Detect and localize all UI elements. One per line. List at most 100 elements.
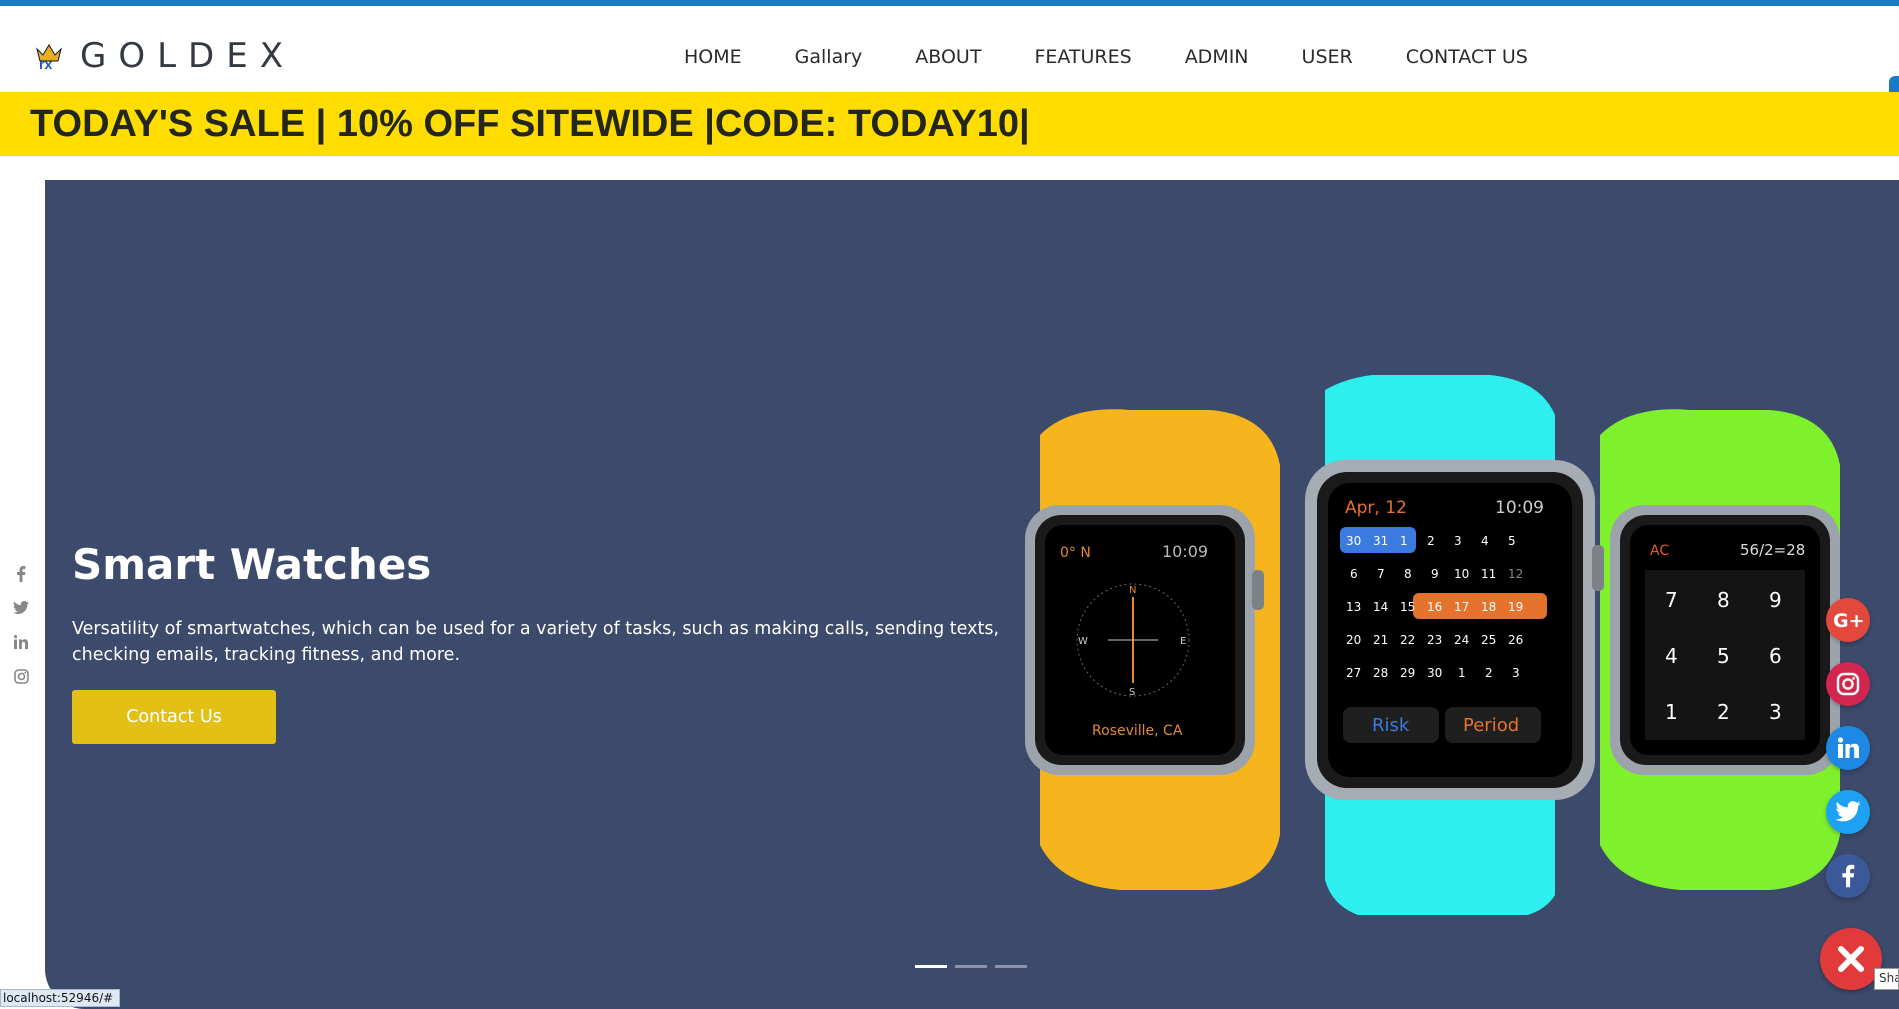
google-plus-icon[interactable]: G+ [1826,598,1870,642]
calendar-day: 3 [1512,666,1520,680]
calendar-day: 3 [1454,534,1462,548]
facebook-icon[interactable] [11,564,31,584]
calendar-day: 13 [1346,600,1361,614]
carousel-dot-2[interactable] [955,965,987,968]
compass-s-label: S [1129,687,1135,698]
compass-w-label: W [1078,636,1088,647]
calendar-day: 23 [1427,633,1442,647]
calendar-time: 10:09 [1495,498,1544,518]
sale-banner: TODAY'S SALE | 10% OFF SITEWIDE |CODE: T… [0,92,1899,156]
instagram-share-icon[interactable] [1826,662,1870,706]
linkedin-share-icon[interactable] [1826,726,1870,770]
calendar-day: 15 [1400,600,1415,614]
compass-e-label: E [1180,636,1186,647]
nav-contact-us[interactable]: CONTACT US [1406,38,1528,76]
nav-features[interactable]: FEATURES [1034,38,1131,76]
calendar-day: 17 [1454,600,1469,614]
hero-slider: Smart Watches Versatility of smartwatche… [45,180,1899,1009]
page: rx GOLDEX HOME Gallary ABOUT FEATURES AD… [0,0,1899,1009]
nav-user[interactable]: USER [1302,38,1353,76]
calc-key: 3 [1769,700,1782,724]
logo[interactable]: rx GOLDEX [34,34,295,78]
calendar-day: 25 [1481,633,1496,647]
left-social-rail [10,564,32,686]
calc-key: 8 [1717,588,1730,612]
calendar-day: 18 [1481,600,1496,614]
twitter-share-icon[interactable] [1826,790,1870,834]
calc-key: 2 [1717,700,1730,724]
green-watch: AC 56/2=28 7 8 9 4 5 6 1 2 3 [1600,409,1840,890]
sale-banner-text: TODAY'S SALE | 10% OFF SITEWIDE |CODE: T… [30,102,1030,145]
brand-name: GOLDEX [80,36,296,76]
calendar-day: 20 [1346,633,1361,647]
yellow-watch: 0° N 10:09 N E S W Roseville, CA [1025,409,1280,890]
period-label: Period [1463,715,1519,736]
calc-key: 1 [1665,700,1678,724]
calendar-day: 10 [1454,567,1469,581]
nav-about[interactable]: ABOUT [915,38,981,76]
yellow-watch-location: Roseville, CA [1092,723,1183,739]
calendar-day: 5 [1508,534,1516,548]
calendar-day: 29 [1400,666,1415,680]
calendar-day: 6 [1350,567,1358,581]
site-header: rx GOLDEX HOME Gallary ABOUT FEATURES AD… [0,6,1899,92]
calendar-day: 2 [1427,534,1435,548]
calculator-keys: 7 8 9 4 5 6 1 2 3 [1645,570,1805,740]
calendar-day: 22 [1400,633,1415,647]
calculator-clear: AC [1650,543,1669,559]
calendar-day: 16 [1427,600,1442,614]
calc-key: 9 [1769,588,1782,612]
calendar-day: 9 [1431,567,1439,581]
calc-key: 7 [1665,588,1678,612]
svg-text:G+: G+ [1833,610,1863,630]
risk-label: Risk [1372,715,1410,736]
carousel-dot-3[interactable] [995,965,1027,968]
calendar-day: 30 [1427,666,1442,680]
twitter-icon[interactable] [11,598,31,618]
calendar-day: 12 [1508,567,1523,581]
calendar-day: 4 [1481,534,1489,548]
floating-social-bar: G+ [1826,598,1870,898]
close-icon [1838,946,1864,972]
calendar-day: 19 [1508,600,1523,614]
calendar-day: 24 [1454,633,1469,647]
hero-description: Versatility of smartwatches, which can b… [72,619,1000,665]
main-nav: HOME Gallary ABOUT FEATURES ADMIN USER C… [684,38,1528,76]
calendar-day: 28 [1373,666,1388,680]
yellow-watch-time: 10:09 [1162,542,1208,561]
yellow-watch-heading: 0° N [1060,545,1091,561]
calculator-display: 56/2=28 [1740,541,1805,559]
calendar-day: 2 [1485,666,1493,680]
calendar-day: 1 [1458,666,1466,680]
hero-title: Smart Watches [72,540,432,589]
linkedin-icon[interactable] [11,632,31,652]
carousel-indicators [915,965,1027,968]
nav-home[interactable]: HOME [684,38,742,76]
calendar-day: 26 [1508,633,1523,647]
calc-key: 5 [1717,644,1730,668]
calendar-date: Apr, 12 [1345,498,1407,518]
calendar-day: 31 [1373,534,1388,548]
calendar-day: 21 [1373,633,1388,647]
logo-letters: rx [39,56,52,71]
instagram-icon[interactable] [11,666,31,686]
carousel-dot-1[interactable] [915,965,947,968]
share-tooltip: Share [1874,968,1899,990]
calendar-day: 27 [1346,666,1361,680]
calendar-day: 7 [1377,567,1385,581]
facebook-share-icon[interactable] [1826,854,1870,898]
close-share-button[interactable] [1820,928,1882,990]
calendar-day: 30 [1346,534,1361,548]
contact-us-button[interactable]: Contact Us [72,690,276,744]
calendar-day: 11 [1481,567,1496,581]
nav-gallary[interactable]: Gallary [795,38,863,76]
logo-mark-icon: rx [34,41,64,71]
calc-key: 6 [1769,644,1782,668]
nav-admin[interactable]: ADMIN [1185,38,1249,76]
calc-key: 4 [1665,644,1678,668]
calendar-day: 14 [1373,600,1388,614]
cyan-watch: Apr, 12 10:09 30 31 1 2 3 4 5 6 7 8 9 10 [1305,375,1604,915]
status-bar-url: localhost:52946/# [0,989,121,1007]
calendar-day: 8 [1404,567,1412,581]
smartwatches-image: 0° N 10:09 N E S W Roseville, CA AC 56/2… [1025,375,1840,915]
